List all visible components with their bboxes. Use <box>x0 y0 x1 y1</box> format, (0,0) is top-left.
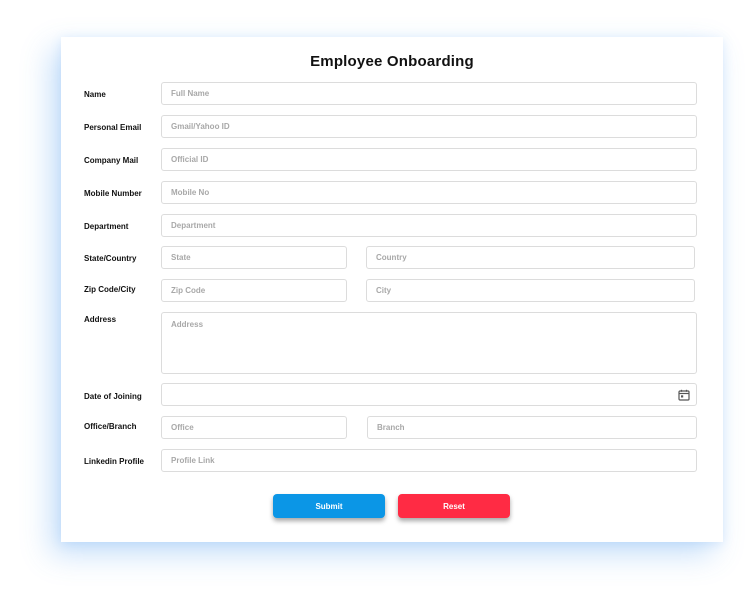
office-branch-label: Office/Branch <box>84 422 137 431</box>
calendar-icon[interactable] <box>678 389 690 401</box>
company-mail-label: Company Mail <box>84 156 139 165</box>
address-textarea[interactable] <box>161 312 697 374</box>
onboarding-form-card: Employee Onboarding Name Personal Email … <box>61 37 723 542</box>
linkedin-profile-label: Linkedin Profile <box>84 457 145 466</box>
mobile-number-label: Mobile Number <box>84 189 142 198</box>
reset-button[interactable]: Reset <box>398 494 510 518</box>
name-label: Name <box>84 90 106 99</box>
mobile-number-input[interactable] <box>161 181 697 204</box>
address-label: Address <box>84 315 117 324</box>
zip-city-label: Zip Code/City <box>84 285 136 294</box>
country-input[interactable] <box>366 246 695 269</box>
city-input[interactable] <box>366 279 695 302</box>
personal-email-label: Personal Email <box>84 123 142 132</box>
company-mail-input[interactable] <box>161 148 697 171</box>
state-country-label: State/Country <box>84 254 137 263</box>
date-of-joining-label: Date of Joining <box>84 392 142 401</box>
department-label: Department <box>84 222 129 231</box>
name-input[interactable] <box>161 82 697 105</box>
state-input[interactable] <box>161 246 347 269</box>
form-title: Employee Onboarding <box>310 53 474 70</box>
date-of-joining-input[interactable] <box>161 383 697 406</box>
branch-input[interactable] <box>367 416 697 439</box>
personal-email-input[interactable] <box>161 115 697 138</box>
linkedin-profile-input[interactable] <box>161 449 697 472</box>
office-input[interactable] <box>161 416 347 439</box>
department-input[interactable] <box>161 214 697 237</box>
zip-code-input[interactable] <box>161 279 347 302</box>
submit-button[interactable]: Submit <box>273 494 385 518</box>
